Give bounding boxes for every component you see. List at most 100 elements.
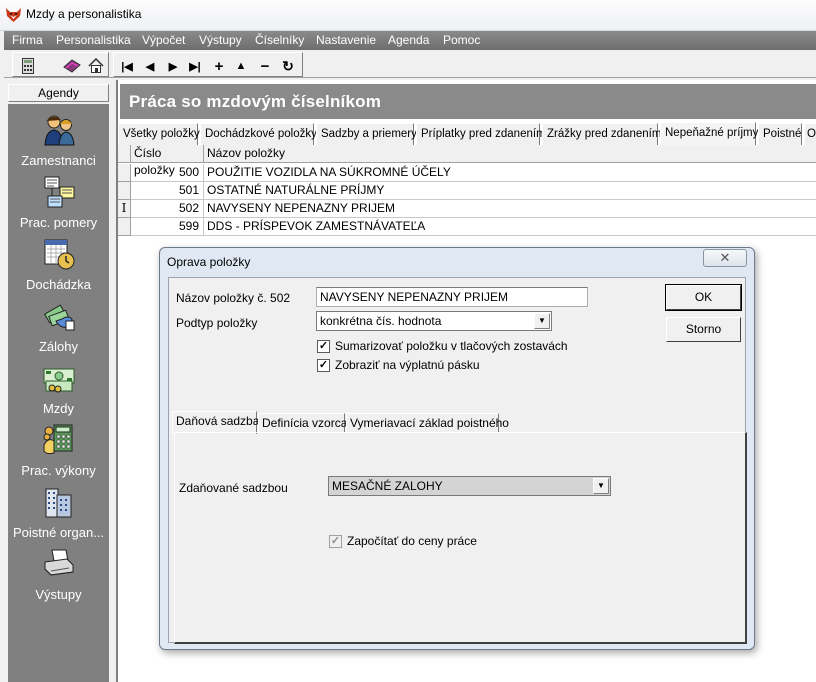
cell-number: 500 — [131, 164, 204, 182]
tab-dochadzkove-polozky[interactable]: Dochádzkové položky — [200, 123, 317, 145]
agenda-item-label: Prac. výkony — [21, 463, 96, 478]
employees-icon — [43, 115, 75, 146]
tab-poistne[interactable]: Poistné — [758, 123, 802, 145]
edit-item-dialog: Oprava položky ✕ Názov položky č. 502 NA… — [159, 247, 755, 650]
close-icon[interactable]: ✕ — [703, 249, 747, 267]
summarize-checkbox[interactable]: ✓ Sumarizovať položku v tlačových zostav… — [317, 339, 568, 353]
wages-icon — [43, 368, 74, 393]
printer-icon — [44, 549, 73, 576]
window-title: Mzdy a personalistika — [26, 7, 142, 21]
column-header-nazov[interactable]: Názov položky — [204, 145, 816, 163]
menu-pomoc[interactable]: Pomoc — [443, 33, 480, 47]
book-icon[interactable] — [63, 57, 81, 75]
table-row[interactable]: 501 OSTATNÉ NATURÁLNE PRÍJMY — [118, 182, 816, 200]
tab-danova-sadzba[interactable]: Daňová sadzba — [172, 411, 259, 434]
ok-button[interactable]: OK — [665, 284, 742, 311]
checkbox-box: ✓ — [329, 534, 342, 548]
tax-rate-label: Zdaňované sadzbou — [179, 481, 288, 495]
agenda-item-poistne-organ[interactable]: Poistné organ... — [8, 485, 109, 540]
agenda-item-label: Zamestnanci — [21, 153, 96, 168]
agenda-item-label: Mzdy — [42, 401, 75, 416]
agenda-item-label: Poistné organ... — [12, 525, 105, 540]
dialog-body: Názov položky č. 502 NAVYSENY NEPENAZNY … — [168, 277, 747, 644]
subtype-label: Podtyp položky — [176, 316, 258, 330]
tab-priplatky-pred-zdanenim[interactable]: Príplatky pred zdanením — [416, 123, 546, 145]
chevron-down-icon[interactable]: ▼ — [534, 313, 550, 329]
attendance-icon — [44, 239, 74, 270]
page-title: Práca so mzdovým číselníkom — [129, 92, 382, 111]
next-record-icon[interactable]: ▶ — [164, 57, 182, 75]
agenda-item-prac-pomery[interactable]: Prac. pomery — [8, 175, 109, 230]
table-row[interactable]: I 502 NAVYSENY NEPENAZNY PRIJEM — [118, 200, 816, 218]
add-record-icon[interactable]: + — [210, 57, 228, 75]
cancel-button[interactable]: Storno — [666, 317, 741, 342]
labor-cost-checkbox-label: Započítať do ceny práce — [347, 534, 477, 548]
agenda-item-vystupy[interactable]: Výstupy — [8, 547, 109, 602]
tab-definicia-vzorca[interactable]: Definícia vzorca — [258, 413, 347, 433]
cell-name: POUŽITIE VOZIDLA NA SÚKROMNÉ ÚČELY — [204, 164, 816, 182]
row-indicator — [118, 218, 131, 236]
agenda-item-prac-vykony[interactable]: Prac. výkony — [8, 423, 109, 478]
agenda-item-mzdy[interactable]: Mzdy — [8, 361, 109, 416]
row-indicator: I — [118, 200, 131, 218]
agenda-item-label: Dochádzka — [25, 277, 92, 292]
work-output-icon — [43, 424, 72, 455]
menu-vypocet[interactable]: Výpočet — [142, 33, 185, 47]
chevron-down-icon[interactable]: ▼ — [593, 478, 609, 494]
category-tabs: Všetky položky Dochádzkové položky Sadzb… — [118, 122, 816, 145]
insurance-org-icon — [45, 488, 71, 518]
toolbar-group-navigation: |◀ ◀ ▶ ▶| + ▲ − ↻ — [113, 52, 303, 77]
agenda-item-dochadzka[interactable]: Dochádzka — [8, 237, 109, 292]
home-icon[interactable] — [87, 57, 105, 75]
menu-vystupy[interactable]: Výstupy — [199, 33, 242, 47]
row-indicator — [118, 164, 131, 182]
toolbar-group-tools — [12, 52, 109, 77]
show-on-payslip-checkbox-label: Zobraziť na výplatnú pásku — [335, 358, 480, 372]
dialog-title: Oprava položky — [167, 255, 251, 269]
page-header: Práca so mzdovým číselníkom — [120, 84, 816, 119]
title-bar: Mzdy a personalistika — [0, 0, 816, 31]
tab-zrazky-pred-zdanenim[interactable]: Zrážky pred zdanením — [542, 123, 661, 145]
menu-ciselniky[interactable]: Číselníky — [255, 33, 304, 47]
cell-name: NAVYSENY NEPENAZNY PRIJEM — [204, 200, 816, 218]
tab-vsetky-polozky[interactable]: Všetky položky — [118, 123, 200, 145]
tab-nepenazne-prijmy[interactable]: Nepeňažné príjmy — [660, 122, 758, 145]
tax-rate-select[interactable]: MESAČNÉ ZALOHY ▼ — [328, 476, 611, 496]
column-header-cislo[interactable]: Číslo položky — [131, 145, 204, 177]
checkbox-box[interactable]: ✓ — [317, 339, 330, 353]
menu-nastavenie[interactable]: Nastavenie — [316, 33, 376, 47]
subtype-select-value: konkrétna čís. hodnota — [320, 314, 442, 328]
tab-vymeriavaci-zaklad[interactable]: Vymeriavací základ poistného — [346, 413, 509, 433]
previous-record-icon[interactable]: ◀ — [141, 57, 159, 75]
first-record-icon[interactable]: |◀ — [118, 57, 136, 75]
calculator-icon[interactable] — [19, 57, 37, 75]
tab-sadzby-a-priemery[interactable]: Sadzby a priemery — [316, 123, 417, 145]
work-relations-icon — [44, 176, 74, 208]
toolbar: |◀ ◀ ▶ ▶| + ▲ − ↻ — [4, 50, 816, 78]
agenda-item-zamestnanci[interactable]: Zamestnanci — [8, 113, 109, 168]
table-row[interactable]: 500 POUŽITIE VOZIDLA NA SÚKROMNÉ ÚČELY — [118, 164, 816, 182]
menu-personalistika[interactable]: Personalistika — [56, 33, 131, 47]
show-on-payslip-checkbox[interactable]: ✓ Zobraziť na výplatnú pásku — [317, 358, 480, 372]
cell-name: OSTATNÉ NATURÁLNE PRÍJMY — [204, 182, 816, 200]
agenda-item-label: Výstupy — [35, 587, 82, 602]
refresh-icon[interactable]: ↻ — [279, 57, 297, 75]
tab-more[interactable]: O — [804, 123, 816, 145]
item-name-input[interactable]: NAVYSENY NEPENAZNY PRIJEM — [316, 287, 588, 307]
up-icon[interactable]: ▲ — [232, 57, 250, 75]
cell-number: 501 — [131, 182, 204, 200]
delete-record-icon[interactable]: − — [256, 57, 274, 75]
agendy-panel: Agendy Zamestnanci Prac. pomery Dochádzk… — [4, 80, 114, 682]
cell-number: 502 — [131, 200, 204, 218]
subtype-select[interactable]: konkrétna čís. hodnota ▼ — [316, 311, 552, 331]
advances-icon — [43, 304, 74, 331]
menu-firma[interactable]: Firma — [12, 33, 43, 47]
table-row[interactable]: 599 DDS - PRÍSPEVOK ZAMESTNÁVATEĽA — [118, 218, 816, 236]
table-corner — [118, 145, 131, 163]
last-record-icon[interactable]: ▶| — [186, 57, 204, 75]
agendy-header: Agendy — [8, 84, 109, 102]
menu-bar: Firma Personalistika Výpočet Výstupy Čís… — [4, 31, 816, 50]
agenda-item-zalohy[interactable]: Zálohy — [8, 299, 109, 354]
checkbox-box[interactable]: ✓ — [317, 358, 330, 372]
menu-agenda[interactable]: Agenda — [388, 33, 429, 47]
